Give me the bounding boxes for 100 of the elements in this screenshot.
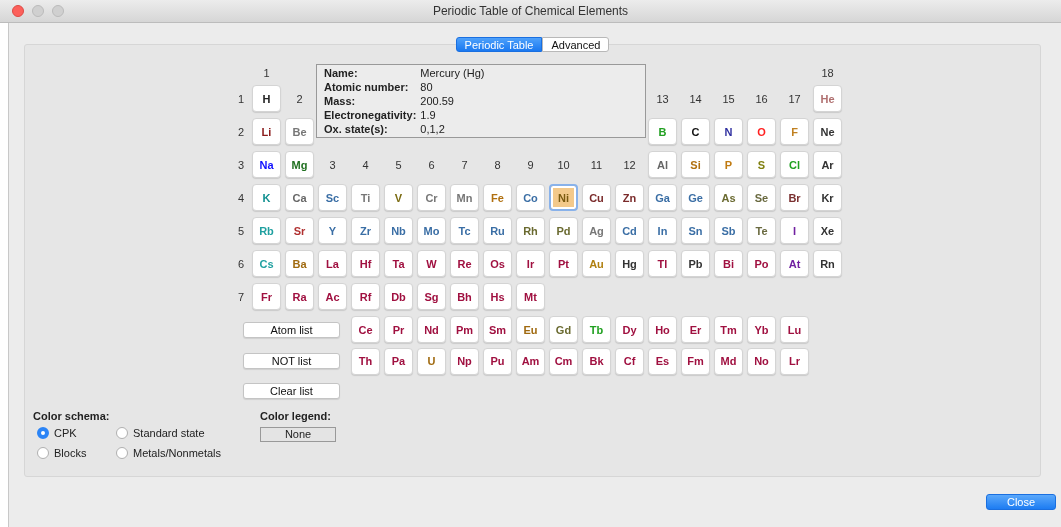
element-button[interactable]: N	[714, 118, 743, 145]
element-button[interactable]: Al	[648, 151, 677, 178]
element-button[interactable]: O	[747, 118, 776, 145]
element-button[interactable]: Hf	[351, 250, 380, 277]
element-button[interactable]: Cu	[582, 184, 611, 211]
element-button[interactable]: Ag	[582, 217, 611, 244]
element-button[interactable]: U	[417, 347, 446, 375]
element-button[interactable]: Rh	[516, 217, 545, 244]
element-button[interactable]: Ti	[351, 184, 380, 211]
element-button[interactable]: Li	[252, 118, 281, 145]
radio-option[interactable]: Metals/Nonmetals	[116, 447, 222, 459]
element-button[interactable]: Ac	[318, 283, 347, 310]
radio-option[interactable]: CPK	[37, 427, 116, 439]
element-button[interactable]: Sm	[483, 316, 512, 343]
element-button[interactable]: In	[648, 217, 677, 244]
element-button[interactable]: Si	[681, 151, 710, 178]
radio-option[interactable]: Blocks	[37, 447, 116, 459]
element-button[interactable]: Hg	[615, 250, 644, 277]
element-button[interactable]: Os	[483, 250, 512, 277]
element-button[interactable]: Bk	[582, 347, 611, 375]
element-button[interactable]: Lr	[780, 347, 809, 375]
element-button[interactable]: S	[747, 151, 776, 178]
element-button[interactable]: Th	[351, 347, 380, 375]
element-button[interactable]: Rf	[351, 283, 380, 310]
element-button[interactable]: K	[252, 184, 281, 211]
element-button[interactable]: Db	[384, 283, 413, 310]
element-button[interactable]: Pm	[450, 316, 479, 343]
element-button[interactable]: Pd	[549, 217, 578, 244]
element-button[interactable]: Eu	[516, 316, 545, 343]
element-button[interactable]: Lu	[780, 316, 809, 343]
element-button[interactable]: Be	[285, 118, 314, 145]
list-button[interactable]: Atom list	[243, 321, 340, 338]
element-button[interactable]: Nd	[417, 316, 446, 343]
element-button[interactable]: Xe	[813, 217, 842, 244]
element-button[interactable]: Sb	[714, 217, 743, 244]
element-button[interactable]: Pu	[483, 347, 512, 375]
element-button[interactable]: Md	[714, 347, 743, 375]
element-button[interactable]: Er	[681, 316, 710, 343]
element-button[interactable]: Te	[747, 217, 776, 244]
element-button[interactable]: As	[714, 184, 743, 211]
element-button[interactable]: Bh	[450, 283, 479, 310]
element-button[interactable]: Mn	[450, 184, 479, 211]
element-button[interactable]: Y	[318, 217, 347, 244]
element-button[interactable]: Tm	[714, 316, 743, 343]
element-button[interactable]: Tb	[582, 316, 611, 343]
element-button[interactable]: Po	[747, 250, 776, 277]
element-button[interactable]: Sc	[318, 184, 347, 211]
element-button[interactable]: Ru	[483, 217, 512, 244]
element-button[interactable]: Ba	[285, 250, 314, 277]
element-button[interactable]: C	[681, 118, 710, 145]
element-button[interactable]: Ta	[384, 250, 413, 277]
list-button[interactable]: Clear list	[243, 383, 340, 399]
radio-option[interactable]: Standard state	[116, 427, 222, 439]
element-button[interactable]: La	[318, 250, 347, 277]
element-button[interactable]: Nb	[384, 217, 413, 244]
element-button[interactable]: Se	[747, 184, 776, 211]
element-button[interactable]: Zr	[351, 217, 380, 244]
element-button[interactable]: Tl	[648, 250, 677, 277]
element-button[interactable]: Tc	[450, 217, 479, 244]
element-button[interactable]: Cf	[615, 347, 644, 375]
element-button[interactable]: Ce	[351, 316, 380, 343]
element-button[interactable]: Pb	[681, 250, 710, 277]
element-button[interactable]: Mo	[417, 217, 446, 244]
element-button[interactable]: Mg	[285, 151, 314, 178]
element-button[interactable]: Cd	[615, 217, 644, 244]
element-button[interactable]: H	[252, 85, 281, 112]
element-button[interactable]: W	[417, 250, 446, 277]
element-button[interactable]: Am	[516, 347, 545, 375]
element-button[interactable]: Np	[450, 347, 479, 375]
element-button[interactable]: Ca	[285, 184, 314, 211]
element-button[interactable]: Pa	[384, 347, 413, 375]
list-button[interactable]: NOT list	[243, 353, 340, 369]
tab[interactable]: Advanced	[542, 37, 610, 52]
element-button[interactable]: No	[747, 347, 776, 375]
element-button[interactable]: Ra	[285, 283, 314, 310]
element-button[interactable]: Ar	[813, 151, 842, 178]
radio-icon[interactable]	[37, 447, 49, 459]
element-button[interactable]: At	[780, 250, 809, 277]
element-button[interactable]: Sr	[285, 217, 314, 244]
element-button[interactable]: Hs	[483, 283, 512, 310]
element-button[interactable]: Cm	[549, 347, 578, 375]
element-button[interactable]: Pt	[549, 250, 578, 277]
element-button[interactable]: Fm	[681, 347, 710, 375]
element-button[interactable]: Es	[648, 347, 677, 375]
element-button[interactable]: Sg	[417, 283, 446, 310]
element-button[interactable]: Pr	[384, 316, 413, 343]
element-button[interactable]: Mt	[516, 283, 545, 310]
zoom-window-icon[interactable]	[52, 5, 64, 17]
element-button[interactable]: Ir	[516, 250, 545, 277]
element-button[interactable]: V	[384, 184, 413, 211]
element-button[interactable]: Ho	[648, 316, 677, 343]
element-button[interactable]: Ge	[681, 184, 710, 211]
element-button[interactable]: He	[813, 85, 842, 112]
element-button[interactable]: Cr	[417, 184, 446, 211]
element-button[interactable]: Ne	[813, 118, 842, 145]
element-button[interactable]: Br	[780, 184, 809, 211]
element-button[interactable]: Sn	[681, 217, 710, 244]
element-button[interactable]: Kr	[813, 184, 842, 211]
element-button[interactable]: Ga	[648, 184, 677, 211]
element-button[interactable]: Re	[450, 250, 479, 277]
